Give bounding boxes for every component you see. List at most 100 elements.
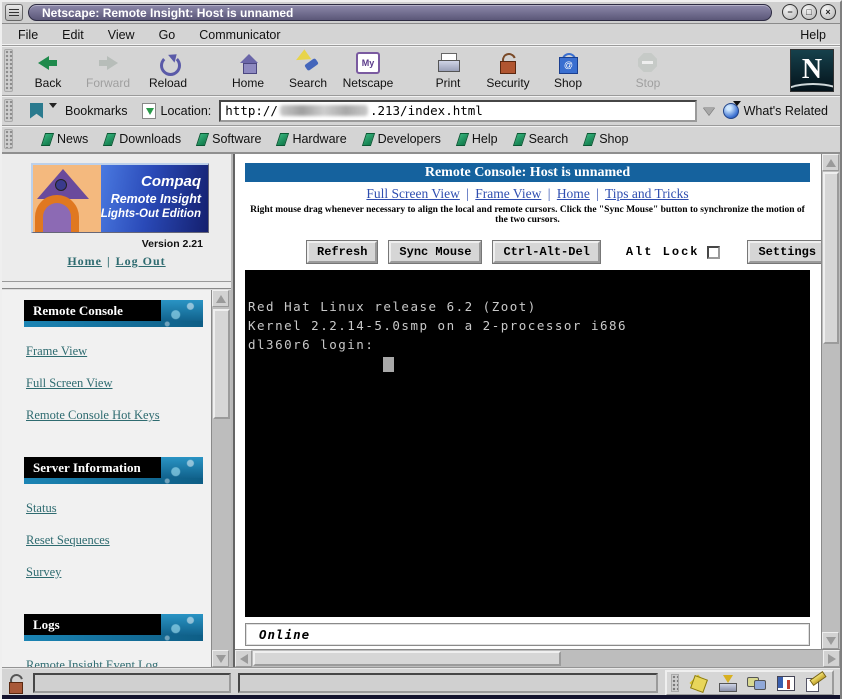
inbox-icon[interactable] [717,674,737,692]
menu-help[interactable]: Help [800,28,826,42]
link-news[interactable]: News [43,132,88,146]
sidebar-scrollbar[interactable] [211,290,231,667]
stop-icon [636,52,660,74]
scroll-up-button[interactable] [822,154,839,171]
window-bottom-border [2,695,840,699]
menu-file[interactable]: File [18,28,38,42]
link-search[interactable]: Search [515,132,569,146]
alt-lock-checkbox[interactable] [707,246,720,259]
links-bar-grip[interactable] [4,129,13,149]
terminal-line: dl360r6 login: [248,335,810,354]
scrollbar-thumb[interactable] [253,651,561,666]
minimize-button[interactable]: − [782,4,798,20]
instruction-text: Right mouse drag whenever necessary to a… [245,205,810,225]
sidebar-link-full-screen-view[interactable]: Full Screen View [26,376,209,391]
status-message-panel [238,673,658,693]
netscape-logo[interactable]: N [790,49,834,92]
sync-mouse-button[interactable]: Sync Mouse [389,241,481,263]
scroll-up-button[interactable] [212,290,229,307]
home-button[interactable]: Home [218,48,278,93]
forward-icon [96,52,120,74]
main-frame: Remote Console: Host is unnamed Full Scr… [235,154,840,667]
back-label: Back [35,76,62,90]
nav-full-screen-view[interactable]: Full Screen View [366,186,459,201]
sidebar-link-frame-view[interactable]: Frame View [26,344,209,359]
sidebar-nav-frame: Remote Console Frame View Full Screen Vi… [2,288,231,667]
sidebar-link-status[interactable]: Status [26,501,209,516]
menu-communicator[interactable]: Communicator [199,28,280,42]
system-menu-button[interactable] [5,4,23,21]
link-help[interactable]: Help [458,132,498,146]
logo-edition: Lights-Out Edition [101,207,201,221]
sidebar-link-event-log[interactable]: Remote Insight Event Log [26,658,209,667]
search-button[interactable]: Search [278,48,338,93]
scrollbar-thumb[interactable] [823,172,839,344]
composer-icon[interactable] [804,674,824,692]
scrollbar-thumb[interactable] [213,309,230,419]
maximize-button[interactable]: □ [801,4,817,20]
shop-button[interactable]: Shop [538,48,598,93]
nav-frame-view[interactable]: Frame View [475,186,541,201]
toolbar-grip[interactable] [4,49,13,92]
menu-go[interactable]: Go [159,28,176,42]
window-title[interactable]: Netscape: Remote Insight: Host is unname… [28,4,772,21]
close-button[interactable]: × [820,4,836,20]
forward-label: Forward [86,76,130,90]
bookmarks-button[interactable]: Bookmarks [65,104,128,118]
back-button[interactable]: Back [18,48,78,93]
discussions-icon[interactable] [746,674,766,692]
link-software[interactable]: Software [198,132,261,146]
compaq-logo: Compaq Remote Insight Lights-Out Edition [31,163,209,233]
menu-view[interactable]: View [108,28,135,42]
sidebar-link-reset-sequences[interactable]: Reset Sequences [26,533,209,548]
separator: | [463,186,472,201]
address-book-icon[interactable] [775,674,795,692]
netscape-button[interactable]: My Netscape [338,48,398,93]
component-bar [665,670,834,696]
stop-label: Stop [636,76,661,90]
stop-button[interactable]: Stop [618,48,678,93]
browser-window: Netscape: Remote Insight: Host is unname… [0,0,842,699]
component-bar-grip[interactable] [671,674,679,692]
section-cap-graphic [161,614,203,635]
search-flashlight-icon [296,52,320,74]
whats-related-button[interactable]: What's Related [719,101,836,121]
remote-console-screen[interactable]: Red Hat Linux release 6.2 (Zoot)Kernel 2… [245,270,810,617]
print-button[interactable]: Print [418,48,478,93]
separator: | [102,254,116,268]
forward-button[interactable]: Forward [78,48,138,93]
main-horizontal-scrollbar[interactable] [235,649,840,667]
logout-link[interactable]: Log Out [116,254,166,268]
title-bar: Netscape: Remote Insight: Host is unname… [2,2,840,24]
location-page-icon[interactable] [142,103,156,119]
shop-label: Shop [554,76,582,90]
settings-button[interactable]: Settings [748,241,826,263]
security-button[interactable]: Security [478,48,538,93]
link-downloads[interactable]: Downloads [105,132,181,146]
scroll-right-button[interactable] [823,650,840,667]
home-link[interactable]: Home [67,254,102,268]
security-padlock-icon[interactable] [8,674,26,693]
link-shop[interactable]: Shop [585,132,628,146]
link-hardware[interactable]: Hardware [278,132,346,146]
link-developers[interactable]: Developers [364,132,441,146]
section-strip-graphic [24,635,203,641]
nav-tips-and-tricks[interactable]: Tips and Tricks [605,186,689,201]
url-input[interactable]: http:// .213/index.html [219,100,696,122]
refresh-button[interactable]: Refresh [307,241,377,263]
netscape-label: Netscape [343,76,394,90]
location-bar-grip[interactable] [4,99,13,122]
ctrl-alt-del-button[interactable]: Ctrl-Alt-Del [493,241,599,263]
sidebar-link-survey[interactable]: Survey [26,565,209,580]
reload-button[interactable]: Reload [138,48,198,93]
sidebar-link-hot-keys[interactable]: Remote Console Hot Keys [26,408,209,423]
scroll-down-button[interactable] [212,650,229,667]
scroll-left-button[interactable] [235,650,252,667]
scroll-down-button[interactable] [822,632,839,649]
nav-home[interactable]: Home [557,186,590,201]
main-vertical-scrollbar[interactable] [821,154,840,649]
menu-edit[interactable]: Edit [62,28,84,42]
navigator-icon[interactable] [688,674,708,692]
version-text: Version 2.21 [142,238,203,250]
url-history-dropdown-icon[interactable] [703,107,715,115]
